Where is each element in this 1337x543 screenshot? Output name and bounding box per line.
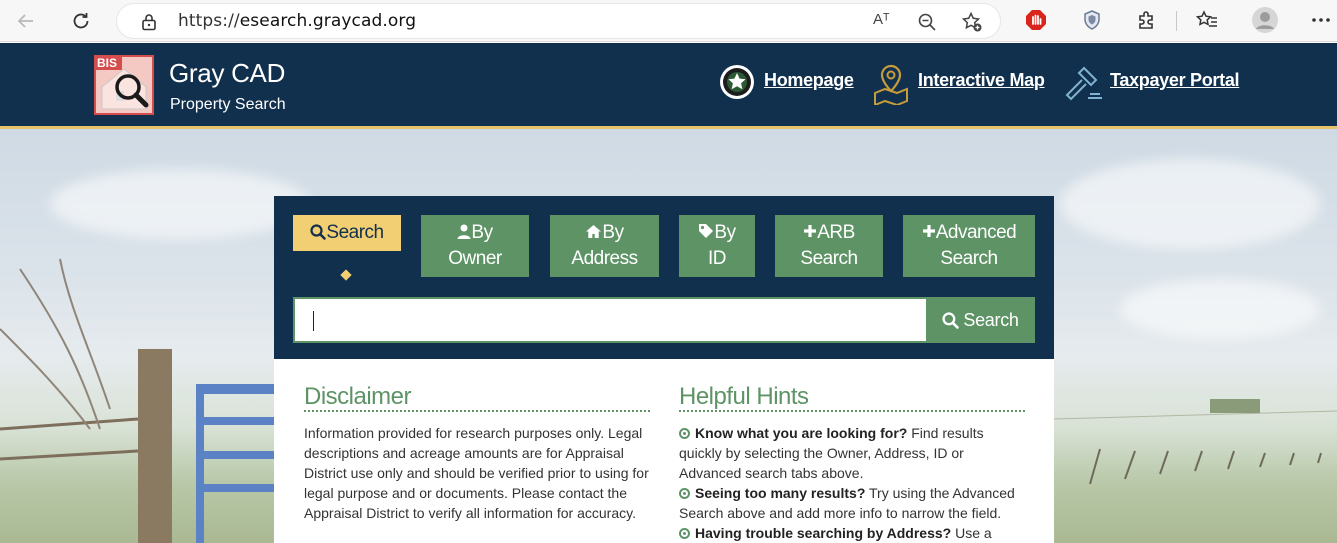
tab-by-address-label-top: By <box>602 222 624 243</box>
toolbar-separator <box>1176 11 1177 31</box>
bullet-icon <box>679 428 690 439</box>
brand-subtitle: Property Search <box>170 96 286 113</box>
tab-by-id-label-bottom: ID <box>708 248 727 269</box>
address-bar[interactable]: https://esearch.graycad.org Aᵀ <box>116 3 1001 39</box>
tab-by-id[interactable]: By ID <box>679 215 755 277</box>
tab-arb-search[interactable]: ARB Search <box>775 215 883 277</box>
search-icon <box>942 311 960 329</box>
profile-button[interactable] <box>1251 6 1279 34</box>
disclaimer-divider <box>304 410 650 412</box>
adblock-extension-icon[interactable] <box>1023 7 1049 33</box>
home-icon <box>586 225 602 238</box>
hint-item: Seeing too many results? Try using the A… <box>679 485 1015 521</box>
hints-divider <box>679 410 1025 412</box>
tab-advanced-search[interactable]: Advanced Search <box>903 215 1035 277</box>
tab-by-owner[interactable]: By Owner <box>421 215 529 277</box>
site-logo[interactable]: BIS <box>94 55 154 115</box>
read-aloud-icon[interactable]: Aᵀ <box>873 11 890 28</box>
logo-text: BIS <box>97 56 118 70</box>
url-text: https://esearch.graycad.org <box>178 11 417 31</box>
tab-by-owner-label-top: By <box>471 222 493 243</box>
browser-toolbar: https://esearch.graycad.org Aᵀ <box>0 0 1337 42</box>
tab-by-owner-label-bottom: Owner <box>448 248 502 269</box>
homepage-link[interactable]: Homepage <box>764 70 854 91</box>
more-menu-button[interactable] <box>1308 7 1334 33</box>
favorite-add-icon[interactable] <box>961 11 983 33</box>
user-icon <box>457 224 471 239</box>
bullet-icon <box>679 528 690 539</box>
favorites-star-icon <box>1196 10 1217 27</box>
favorites-button[interactable] <box>1194 7 1220 33</box>
tab-by-address-label-bottom: Address <box>571 248 638 269</box>
hint-item: Having trouble searching by Address? Use… <box>679 523 1029 543</box>
plus-icon <box>922 225 935 237</box>
plus-icon <box>804 225 817 237</box>
text-cursor <box>313 311 314 331</box>
reload-button[interactable] <box>67 7 95 35</box>
more-dots-icon <box>1312 18 1330 22</box>
puzzle-icon <box>1139 11 1153 29</box>
taxpayer-portal-link[interactable]: Taxpayer Portal <box>1110 70 1240 91</box>
tab-advanced-label-bottom: Search <box>940 248 998 269</box>
tab-by-id-label-top: By <box>714 222 736 243</box>
tag-icon <box>699 224 714 238</box>
reload-icon <box>73 13 89 29</box>
tab-arb-label-bottom: Search <box>800 248 858 269</box>
avatar-icon <box>1252 7 1278 33</box>
search-icon <box>310 224 327 240</box>
back-button[interactable] <box>12 7 40 35</box>
extensions-button[interactable] <box>1134 7 1160 33</box>
zoom-out-icon[interactable] <box>917 12 937 32</box>
search-button[interactable]: Search <box>926 297 1035 343</box>
interactive-map-link[interactable]: Interactive Map <box>918 70 1045 91</box>
arrow-left-icon <box>17 14 33 28</box>
map-pin-icon[interactable] <box>871 63 911 105</box>
tab-advanced-label-top: Advanced <box>935 222 1017 243</box>
tab-search[interactable]: Search <box>293 215 401 251</box>
tab-search-label: Search <box>326 222 384 243</box>
disclaimer-title: Disclaimer <box>304 383 412 410</box>
disclaimer-text: Information provided for research purpos… <box>304 425 649 521</box>
brand-title: Gray CAD <box>169 58 286 88</box>
search-button-label: Search <box>963 309 1019 330</box>
hints-title: Helpful Hints <box>679 383 809 410</box>
tab-by-address[interactable]: By Address <box>550 215 659 277</box>
tab-arb-label-top: ARB <box>817 222 855 243</box>
search-input[interactable] <box>293 297 927 343</box>
bullet-icon <box>679 488 690 499</box>
stop-hand-icon <box>1026 10 1046 30</box>
lock-icon <box>142 14 156 31</box>
hint-item: Know what you are looking for? Find resu… <box>679 425 984 481</box>
shield-icon <box>1084 10 1100 30</box>
shield-extension-icon[interactable] <box>1079 7 1105 33</box>
star-seal-icon[interactable] <box>719 64 755 100</box>
gavel-icon[interactable] <box>1062 64 1104 106</box>
